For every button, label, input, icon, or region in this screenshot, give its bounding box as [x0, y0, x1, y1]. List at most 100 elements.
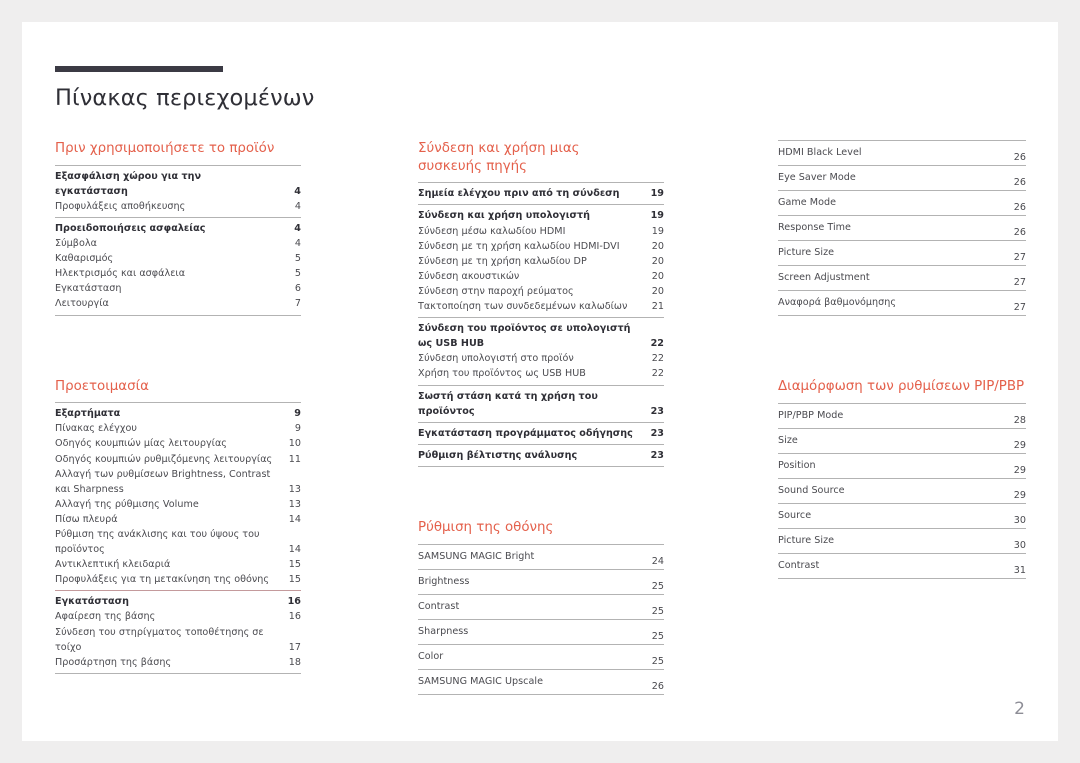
toc-entry[interactable]: Contrast 31: [778, 554, 1026, 579]
toc-entry[interactable]: Αφαίρεση της βάσης 16: [55, 609, 301, 624]
toc-entry[interactable]: HDMI Black Level 26: [778, 141, 1026, 166]
toc-section: Ρύθμιση της οθόνης SAMSUNG MAGIC Bright 24…: [418, 519, 664, 695]
toc-entry-page: 24: [651, 555, 664, 567]
toc-entry[interactable]: Σημεία ελέγχου πριν από τη σύνδεση 19: [418, 186, 664, 201]
toc-entry-label: Eye Saver Mode: [778, 172, 856, 183]
toc-entry-page: 5: [294, 253, 301, 265]
toc-entry[interactable]: Sound Source 29: [778, 479, 1026, 504]
toc-entry-page: 25: [651, 580, 664, 592]
toc-entry[interactable]: SAMSUNG MAGIC Bright 24: [418, 545, 664, 570]
toc-entry[interactable]: Ρύθμιση της ανάκλισης και του ύψους του …: [55, 527, 301, 557]
toc-entry-label: Εξασφάλιση χώρου για την εγκατάσταση: [55, 170, 202, 197]
toc-entry[interactable]: Σωστή στάση κατά τη χρήση του προϊόντος 2…: [418, 389, 664, 419]
toc-entry[interactable]: Eye Saver Mode 26: [778, 166, 1026, 191]
toc-entry-page: 29: [1013, 489, 1026, 501]
toc-entry-label: Προειδοποιήσεις ασφαλείας: [55, 222, 206, 234]
toc-entry[interactable]: Σύνδεση του προϊόντος σε υπολογιστή ως U…: [418, 321, 664, 351]
toc-entry-group: Εγκατάσταση 16 Αφαίρεση της βάσης 16 Σύνδεση…: [55, 590, 301, 674]
toc-entry[interactable]: Σύνδεση στην παροχή ρεύματος 20: [418, 284, 664, 299]
toc-entry[interactable]: Σύνδεση με τη χρήση καλωδίου HDMI-DVI 20: [418, 239, 664, 254]
toc-entry[interactable]: Picture Size 30: [778, 529, 1026, 554]
toc-entry-label: Πίνακας ελέγχου: [55, 423, 137, 435]
toc-entry[interactable]: Εγκατάσταση 16: [55, 594, 301, 609]
masthead: Πίνακας περιεχομένων: [55, 66, 615, 111]
toc-entry[interactable]: Ρύθμιση βέλτιστης ανάλυσης 23: [418, 448, 664, 463]
toc-entry[interactable]: Σύνδεση και χρήση υπολογιστή 19: [418, 208, 664, 223]
toc-section: Προετοιμασία Εξαρτήματα 9 Πίνακας ελέγχου 9 Ο…: [55, 378, 301, 674]
toc-entry[interactable]: Πίνακας ελέγχου 9: [55, 421, 301, 436]
toc-entry[interactable]: Πίσω πλευρά 14: [55, 512, 301, 527]
toc-entry-page: 22: [651, 368, 664, 380]
toc-entry[interactable]: Καθαρισμός 5: [55, 251, 301, 266]
toc-entry[interactable]: Picture Size 27: [778, 241, 1026, 266]
toc-entry-page: 26: [1013, 152, 1026, 163]
toc-entry-page: 9: [294, 408, 301, 420]
toc-entry-label: Εγκατάσταση προγράμματος οδήγησης: [418, 427, 633, 439]
toc-entry[interactable]: Αλλαγή των ρυθμίσεων Brightness, Contras…: [55, 467, 301, 497]
toc-entry-page: 27: [1013, 277, 1026, 288]
toc-entry[interactable]: Σύνδεση με τη χρήση καλωδίου DP 20: [418, 254, 664, 269]
toc-entry[interactable]: Size 29: [778, 429, 1026, 454]
toc-entry[interactable]: Ηλεκτρισμός και ασφάλεια 5: [55, 266, 301, 281]
toc-entry-label: Σύνδεση του προϊόντος σε υπολογιστή ως U…: [418, 323, 631, 350]
toc-entry[interactable]: Σύνδεση μέσω καλωδίου HDMI 19: [418, 224, 664, 239]
toc-entry-label: Τακτοποίηση των συνδεδεμένων καλωδίων: [418, 301, 628, 313]
toc-entry[interactable]: Brightness 25: [418, 570, 664, 595]
toc-entry[interactable]: Position 29: [778, 454, 1026, 479]
toc-entry-label: Οδηγός κουμπιών ρυθμιζόμενης λειτουργίας: [55, 453, 273, 465]
toc-entry[interactable]: Προφυλάξεις αποθήκευσης 4: [55, 199, 301, 214]
toc-entry[interactable]: Χρήση του προϊόντος ως USB HUB 22: [418, 366, 664, 381]
toc-entry-label: Εγκατάσταση: [55, 283, 122, 295]
toc-entry[interactable]: Σύμβολα 4: [55, 236, 301, 251]
page-title: Πίνακας περιεχομένων: [55, 85, 315, 111]
toc-entry[interactable]: Εξασφάλιση χώρου για την εγκατάσταση 4: [55, 169, 301, 199]
toc-entry[interactable]: Οδηγός κουμπιών ρυθμιζόμενης λειτουργίας…: [55, 452, 301, 467]
toc-entry-page: 5: [294, 268, 301, 280]
toc-entry[interactable]: Εξαρτήματα 9: [55, 406, 301, 421]
toc-entry-label: Αντικλεπτική κλειδαριά: [55, 559, 171, 571]
toc-entry[interactable]: Προειδοποιήσεις ασφαλείας 4: [55, 221, 301, 236]
toc-entry[interactable]: Σύνδεση του στηρίγματος τοποθέτησης σε τ…: [55, 625, 301, 655]
toc-entry[interactable]: Εγκατάσταση προγράμματος οδήγησης 23: [418, 426, 664, 441]
toc-entry[interactable]: Αντικλεπτική κλειδαριά 15: [55, 557, 301, 572]
toc-entry-page: 26: [1013, 227, 1026, 238]
toc-entry[interactable]: SAMSUNG MAGIC Upscale 26: [418, 670, 664, 695]
toc-entry[interactable]: Sharpness 25: [418, 620, 664, 645]
toc-column-2: Σύνδεση και χρήση μιας συσκευής πηγής Σημ…: [418, 140, 664, 725]
toc-section: HDMI Black Level 26 Eye Saver Mode 26 Game M…: [778, 140, 1026, 316]
toc-entry[interactable]: Αναφορά βαθμονόμησης 27: [778, 291, 1026, 316]
title-rule: [55, 66, 223, 72]
toc-entry-page: 4: [294, 185, 301, 197]
toc-entry[interactable]: Color 25: [418, 645, 664, 670]
toc-entry[interactable]: Response Time 26: [778, 216, 1026, 241]
toc-entry[interactable]: Προφυλάξεις για τη μετακίνηση της οθόνης…: [55, 572, 301, 587]
toc-entry[interactable]: Contrast 25: [418, 595, 664, 620]
toc-entry-page: 9: [294, 423, 301, 435]
toc-entry[interactable]: Προσάρτηση της βάσης 18: [55, 655, 301, 670]
toc-section-heading: Σύνδεση και χρήση μιας συσκευής πηγής: [418, 141, 580, 174]
toc-entry[interactable]: Τακτοποίηση των συνδεδεμένων καλωδίων 21: [418, 299, 664, 314]
document-page: Πίνακας περιεχομένων Πριν χρησιμοποιήσετ…: [22, 22, 1058, 741]
toc-entry-page: 28: [1013, 414, 1026, 426]
toc-entry[interactable]: Εγκατάσταση 6: [55, 281, 301, 296]
toc-entry[interactable]: Λειτουργία 7: [55, 296, 301, 311]
toc-entry[interactable]: Source 30: [778, 504, 1026, 529]
toc-entry-label: Contrast: [778, 559, 820, 571]
toc-entry[interactable]: Οδηγός κουμπιών μίας λειτουργίας 10: [55, 436, 301, 451]
toc-entry-label: Χρήση του προϊόντος ως USB HUB: [418, 368, 586, 380]
toc-entry-label: Σύνδεση του στηρίγματος τοποθέτησης σε τ…: [55, 626, 264, 653]
toc-entry-page: 20: [651, 240, 664, 252]
toc-entry[interactable]: Screen Adjustment 27: [778, 266, 1026, 291]
toc-entry-page: 20: [651, 255, 664, 267]
toc-entry-label: Σύνδεση υπολογιστή στο προϊόν: [418, 353, 574, 365]
toc-entry[interactable]: Αλλαγή της ρύθμισης Volume 13: [55, 497, 301, 512]
toc-entry[interactable]: Σύνδεση υπολογιστή στο προϊόν 22: [418, 351, 664, 366]
toc-entry-label: Picture Size: [778, 534, 835, 546]
toc-entry-page: 4: [294, 200, 301, 212]
toc-entry[interactable]: PIP/PBP Mode 28: [778, 404, 1026, 429]
toc-entry[interactable]: Game Mode 26: [778, 191, 1026, 216]
toc-entry-page: 10: [288, 438, 301, 450]
toc-entry[interactable]: Σύνδεση ακουστικών 20: [418, 269, 664, 284]
